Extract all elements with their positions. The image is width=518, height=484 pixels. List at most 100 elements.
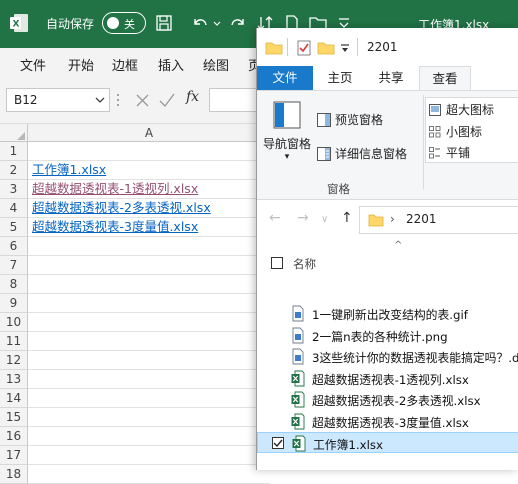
drag-handle-icon[interactable] — [116, 92, 120, 108]
list-item[interactable]: 工作簿1.xlsx — [257, 432, 518, 453]
select-all-checkbox[interactable] — [271, 257, 283, 269]
row-header[interactable]: 12 — [0, 351, 28, 370]
name-box[interactable]: B12 — [6, 88, 110, 112]
table-row: 17 — [0, 446, 270, 465]
tab-borders[interactable]: 边框 — [112, 55, 138, 74]
row-header[interactable]: 9 — [0, 294, 28, 313]
row-header[interactable]: 17 — [0, 446, 28, 465]
row-checkbox[interactable] — [272, 437, 284, 449]
properties-icon[interactable] — [295, 39, 313, 57]
row-header[interactable]: 13 — [0, 370, 28, 389]
explorer-ribbon-tabs: 文件 主页 共享 查看 — [257, 66, 518, 90]
file-name: 超越数据透视表-3度量值.xlsx — [312, 415, 469, 430]
hyperlink-cell[interactable]: 超越数据透视表-1透视列.xlsx — [32, 180, 198, 199]
new-folder-icon[interactable] — [317, 39, 335, 57]
row-header[interactable]: 5 — [0, 218, 28, 237]
tab-home[interactable]: 开始 — [68, 55, 94, 74]
undo-icon[interactable] — [190, 13, 210, 33]
file-name: 超越数据透视表-2多表透视.xlsx — [312, 394, 481, 408]
address-bar[interactable]: › 2201 — [359, 206, 518, 234]
layout-label: 平铺 — [446, 146, 471, 160]
address-path: 2201 — [406, 212, 437, 226]
chevron-down-icon[interactable] — [95, 96, 105, 104]
autosave-label: 自动保存 — [46, 17, 95, 31]
list-item[interactable]: 2一篇n表的各种统计.png — [257, 325, 518, 346]
document-file-icon — [292, 348, 304, 365]
row-header[interactable]: 10 — [0, 313, 28, 332]
list-item[interactable]: 3这些统计你的数据透视表能搞定吗？.docx — [257, 346, 518, 367]
row-header[interactable]: 3 — [0, 180, 28, 199]
tab-insert[interactable]: 插入 — [158, 55, 184, 74]
table-row: 9 — [0, 294, 270, 313]
excel-file-icon — [291, 391, 305, 408]
redo-icon[interactable] — [228, 13, 248, 33]
table-row: 8 — [0, 275, 270, 294]
tab-home[interactable]: 主页 — [319, 66, 361, 90]
list-item[interactable]: 超越数据透视表-1透视列.xlsx — [257, 368, 518, 389]
row-header[interactable]: 4 — [0, 199, 28, 218]
tab-share[interactable]: 共享 — [367, 66, 415, 90]
cancel-icon[interactable] — [134, 89, 152, 111]
list-item[interactable]: 1一键刷新出改变结构的表.gif — [257, 303, 518, 324]
rows: 1 2 工作簿1.xlsx 3 超越数据透视表-1透视列.xlsx 4 超越数据透视表-2多… — [0, 142, 270, 484]
recent-locations-icon[interactable]: ∨ — [321, 214, 328, 225]
row-header[interactable]: 14 — [0, 389, 28, 408]
navigation-pane-icon[interactable] — [273, 101, 301, 129]
chevron-down-icon: ▾ — [284, 152, 290, 162]
layout-small-icons[interactable]: 小图标 — [429, 123, 482, 140]
preview-pane-icon — [317, 113, 331, 127]
select-all-button[interactable] — [0, 124, 28, 142]
forward-arrow-icon[interactable]: → — [297, 210, 309, 226]
row-header[interactable]: 1 — [0, 142, 28, 161]
undo-dropdown-icon[interactable] — [212, 13, 222, 33]
layout-tiles[interactable]: 平铺 — [429, 144, 470, 161]
worksheet-grid: A 1 2 工作簿1.xlsx 3 超越数据透视表-1透视列.xlsx 4 超越数据透视表-… — [0, 124, 270, 484]
table-row: 6 — [0, 237, 270, 256]
row-header[interactable]: 8 — [0, 275, 28, 294]
hyperlink-cell[interactable]: 超越数据透视表-3度量值.xlsx — [32, 218, 198, 237]
explorer-title-bar: 2201 — [257, 28, 518, 66]
enter-check-icon[interactable] — [158, 89, 176, 111]
hyperlink-cell[interactable]: 工作簿1.xlsx — [32, 161, 106, 180]
autosave-toggle[interactable]: 关 — [102, 12, 146, 34]
tab-file[interactable]: 文件 — [257, 66, 313, 90]
row-header[interactable]: 18 — [0, 465, 28, 484]
tab-draw[interactable]: 绘图 — [203, 55, 229, 74]
hyperlink-cell[interactable]: 超越数据透视表-2多表透视.xlsx — [32, 199, 211, 218]
file-list: ^ 名称 1一键刷新出改变结构的表.gif 2一篇n表的各种统计.png 3这些统计… — [257, 240, 518, 470]
list-item[interactable]: 超越数据透视表-3度量值.xlsx — [257, 411, 518, 432]
row-header[interactable]: 16 — [0, 427, 28, 446]
list-item[interactable]: 超越数据透视表-2多表透视.xlsx — [257, 389, 518, 410]
insert-function-icon[interactable]: fx — [186, 89, 199, 105]
tab-view[interactable]: 查看 — [419, 66, 471, 90]
customize-qat-icon[interactable] — [339, 39, 351, 57]
document-file-icon — [292, 327, 304, 343]
row-header[interactable]: 11 — [0, 332, 28, 351]
list-header: 名称 — [257, 252, 518, 276]
svg-text:X: X — [13, 20, 20, 30]
table-row: 18 — [0, 465, 270, 484]
column-header-a[interactable]: A — [28, 124, 270, 142]
excel-logo-icon: X — [10, 14, 28, 32]
row-header[interactable]: 7 — [0, 256, 28, 275]
table-row: 15 — [0, 408, 270, 427]
panes-group-label: 窗格 — [327, 182, 350, 196]
view-ribbon: 导航窗格 ▾ 预览窗格 详细信息窗格 窗格 超大图标 小图标 平铺 — [257, 90, 518, 200]
row-header[interactable]: 15 — [0, 408, 28, 427]
table-row: 5 超越数据透视表-3度量值.xlsx — [0, 218, 270, 237]
up-arrow-icon[interactable]: ↑ — [341, 210, 353, 226]
navigation-pane-button[interactable]: 导航窗格 ▾ — [263, 135, 311, 162]
preview-pane-button[interactable]: 预览窗格 — [317, 111, 383, 128]
layout-label: 小图标 — [446, 125, 483, 139]
layout-extra-large-icons[interactable]: 超大图标 — [429, 101, 494, 118]
row-header[interactable]: 6 — [0, 237, 28, 256]
details-pane-button[interactable]: 详细信息窗格 — [317, 145, 407, 162]
column-header-name[interactable]: 名称 — [293, 256, 316, 272]
row-header[interactable]: 2 — [0, 161, 28, 180]
excel-file-icon — [292, 435, 306, 452]
back-arrow-icon[interactable]: ← — [269, 210, 281, 226]
save-icon[interactable] — [154, 13, 174, 33]
file-name: 工作簿1.xlsx — [313, 438, 384, 452]
column-header-row: A — [0, 124, 270, 142]
tab-file[interactable]: 文件 — [20, 55, 46, 74]
